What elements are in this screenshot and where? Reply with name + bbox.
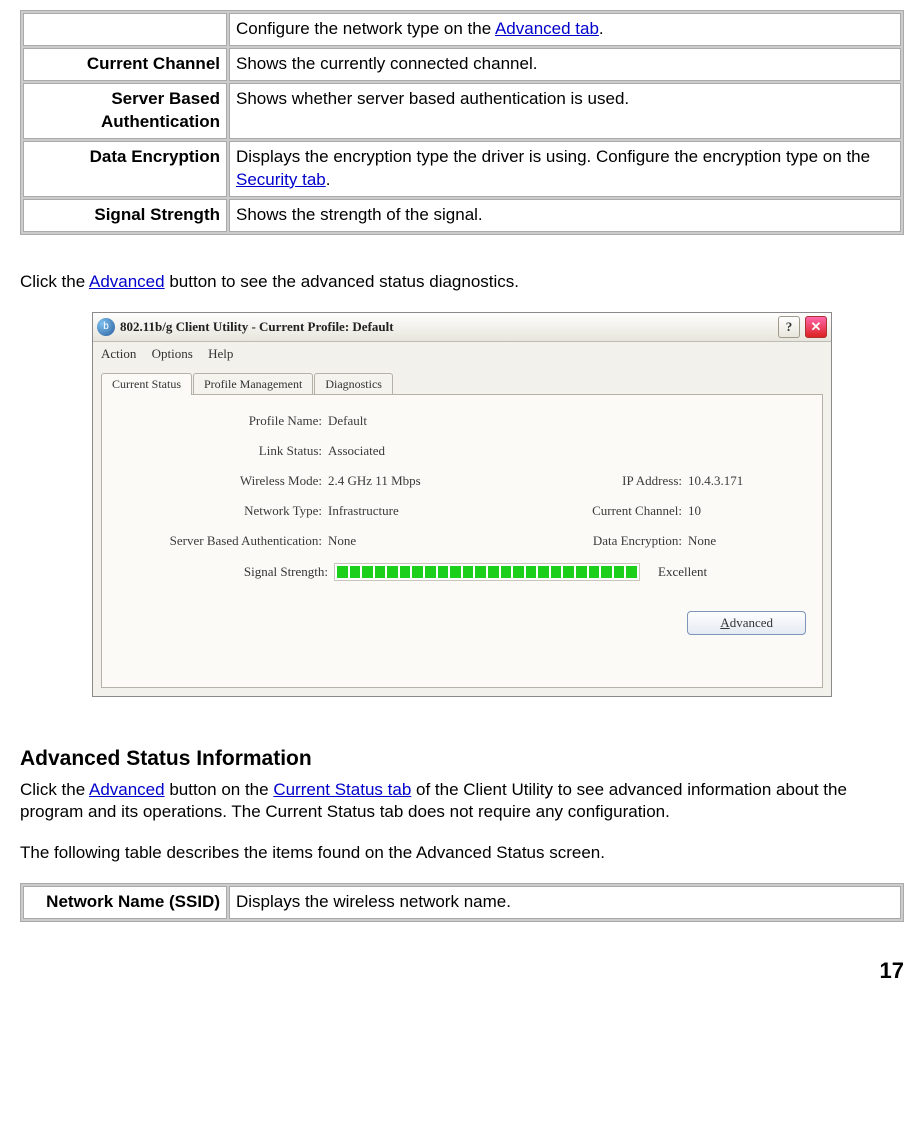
current-channel-value: 10 xyxy=(688,503,798,519)
text: Click the xyxy=(20,272,89,291)
row-label: Signal Strength xyxy=(23,199,227,232)
status-grid: Profile Name: Default Link Status: Assoc… xyxy=(118,413,806,549)
tab-row: Current Status Profile Management Diagno… xyxy=(93,366,831,394)
wireless-mode-label: Wireless Mode: xyxy=(118,473,328,489)
link-status-label: Link Status: xyxy=(118,443,328,459)
signal-strength-label: Signal Strength: xyxy=(118,564,334,580)
text: Configure the network type on the xyxy=(236,19,495,38)
paragraph-advanced-link: Click the Advanced button to see the adv… xyxy=(20,271,904,294)
client-utility-screenshot: b 802.11b/g Client Utility - Current Pro… xyxy=(92,312,832,697)
titlebar: b 802.11b/g Client Utility - Current Pro… xyxy=(93,313,831,342)
close-button[interactable]: ✕ xyxy=(805,316,827,338)
row-label xyxy=(23,13,227,46)
text: Displays the encryption type the driver … xyxy=(236,147,870,166)
page-number: 17 xyxy=(20,958,904,984)
row-desc: Shows whether server based authenticatio… xyxy=(229,83,901,139)
text: button to see the advanced status diagno… xyxy=(165,272,519,291)
tab-current-status[interactable]: Current Status xyxy=(101,373,192,395)
data-encryption-label: Data Encryption: xyxy=(518,533,688,549)
server-auth-value: None xyxy=(328,533,518,549)
advanced-button[interactable]: Advanced xyxy=(687,611,806,635)
tab-panel: Profile Name: Default Link Status: Assoc… xyxy=(101,394,823,688)
table-row: Signal Strength Shows the strength of th… xyxy=(23,199,901,232)
profile-name-label: Profile Name: xyxy=(118,413,328,429)
security-tab-link[interactable]: Security tab xyxy=(236,170,326,189)
row-desc: Displays the wireless network name. xyxy=(229,886,901,919)
advanced-status-paragraph: Click the Advanced button on the Current… xyxy=(20,779,904,825)
row-label: Network Name (SSID) xyxy=(23,886,227,919)
network-type-label: Network Type: xyxy=(118,503,328,519)
table-row: Server Based Authentication Shows whethe… xyxy=(23,83,901,139)
row-label: Current Channel xyxy=(23,48,227,81)
menu-help[interactable]: Help xyxy=(208,346,233,361)
table-row: Configure the network type on the Advanc… xyxy=(23,13,901,46)
advanced-status-lead-in: The following table describes the items … xyxy=(20,842,904,865)
app-icon: b xyxy=(97,318,115,336)
server-auth-label: Server Based Authentication: xyxy=(118,533,328,549)
row-desc: Displays the encryption type the driver … xyxy=(229,141,901,197)
signal-strength-bar xyxy=(334,563,640,581)
link-status-value: Associated xyxy=(328,443,518,459)
signal-strength-row: Signal Strength: Excellent xyxy=(118,563,806,581)
window-title: 802.11b/g Client Utility - Current Profi… xyxy=(120,319,773,335)
row-label: Data Encryption xyxy=(23,141,227,197)
table-row: Data Encryption Displays the encryption … xyxy=(23,141,901,197)
advanced-button-row: Advanced xyxy=(118,611,806,635)
wireless-mode-value: 2.4 GHz 11 Mbps xyxy=(328,473,518,489)
section-heading-advanced-status: Advanced Status Information xyxy=(20,747,904,771)
tab-profile-management[interactable]: Profile Management xyxy=(193,373,313,395)
advanced-link[interactable]: Advanced xyxy=(89,272,165,291)
tab-diagnostics[interactable]: Diagnostics xyxy=(314,373,393,395)
ip-address-value: 10.4.3.171 xyxy=(688,473,798,489)
menu-action[interactable]: Action xyxy=(101,346,136,361)
text: . xyxy=(599,19,604,38)
menu-options[interactable]: Options xyxy=(152,346,193,361)
text: button on the xyxy=(165,780,274,799)
signal-strength-text: Excellent xyxy=(658,564,707,580)
advanced-status-table: Network Name (SSID) Displays the wireles… xyxy=(20,883,904,922)
menubar: Action Options Help xyxy=(93,342,831,366)
text: Click the xyxy=(20,780,89,799)
advanced-link-2[interactable]: Advanced xyxy=(89,780,165,799)
help-button[interactable]: ? xyxy=(778,316,800,338)
status-description-table: Configure the network type on the Advanc… xyxy=(20,10,904,235)
network-type-value: Infrastructure xyxy=(328,503,518,519)
data-encryption-value: None xyxy=(688,533,798,549)
row-label: Server Based Authentication xyxy=(23,83,227,139)
ip-address-label: IP Address: xyxy=(518,473,688,489)
table-row: Current Channel Shows the currently conn… xyxy=(23,48,901,81)
advanced-tab-link[interactable]: Advanced tab xyxy=(495,19,599,38)
window: b 802.11b/g Client Utility - Current Pro… xyxy=(92,312,832,697)
profile-name-value: Default xyxy=(328,413,518,429)
text: . xyxy=(326,170,331,189)
row-desc: Shows the strength of the signal. xyxy=(229,199,901,232)
current-status-tab-link[interactable]: Current Status tab xyxy=(273,780,411,799)
row-desc: Configure the network type on the Advanc… xyxy=(229,13,901,46)
current-channel-label: Current Channel: xyxy=(518,503,688,519)
table-row: Network Name (SSID) Displays the wireles… xyxy=(23,886,901,919)
row-desc: Shows the currently connected channel. xyxy=(229,48,901,81)
